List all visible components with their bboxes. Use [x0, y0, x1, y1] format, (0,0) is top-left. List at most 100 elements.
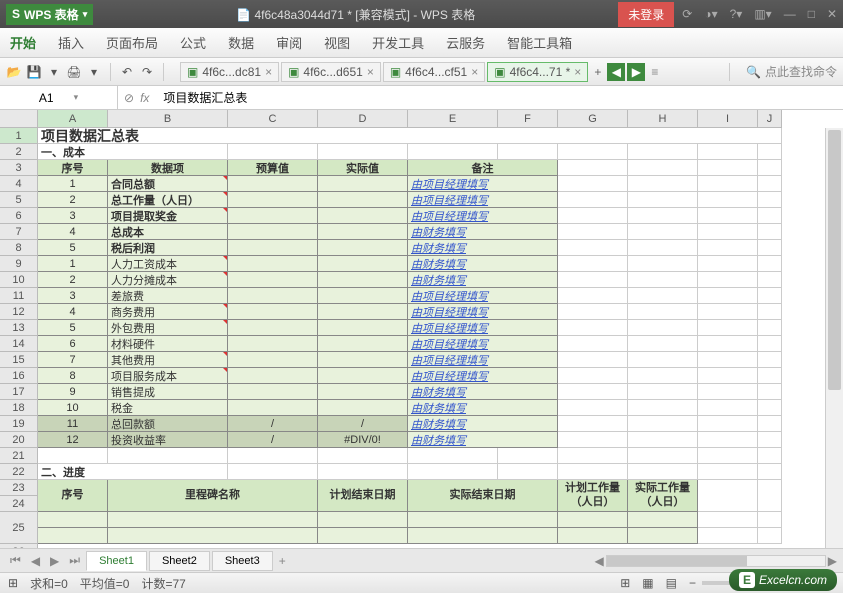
seq-0[interactable]: 1: [38, 176, 108, 192]
doc-tab-1[interactable]: ▣4f6c...d651×: [281, 62, 381, 82]
cell[interactable]: [558, 208, 628, 224]
cell[interactable]: [318, 448, 408, 464]
row-header-15[interactable]: 15: [0, 352, 38, 368]
cell[interactable]: [698, 480, 758, 512]
section-1[interactable]: 一、成本: [38, 144, 228, 160]
row-header-22[interactable]: 22: [0, 464, 38, 480]
cell[interactable]: [628, 320, 698, 336]
cell[interactable]: [318, 144, 408, 160]
note-5[interactable]: 由财务填写: [408, 256, 558, 272]
row-header-9[interactable]: 9: [0, 256, 38, 272]
cell[interactable]: [698, 160, 758, 176]
row-header-6[interactable]: 6: [0, 208, 38, 224]
cell[interactable]: [758, 448, 782, 464]
row-header-8[interactable]: 8: [0, 240, 38, 256]
cell[interactable]: [558, 240, 628, 256]
fx-cancel-icon[interactable]: ⊘: [124, 91, 134, 105]
seq-11[interactable]: 7: [38, 352, 108, 368]
tab-list-icon[interactable]: ≡: [647, 65, 662, 79]
cell[interactable]: [558, 448, 628, 464]
actual-10[interactable]: [318, 336, 408, 352]
cell[interactable]: [758, 288, 782, 304]
item-12[interactable]: 项目服务成本: [108, 368, 228, 384]
seq-14[interactable]: 10: [38, 400, 108, 416]
budget-5[interactable]: [228, 256, 318, 272]
note-13[interactable]: 由财务填写: [408, 384, 558, 400]
cell[interactable]: [758, 208, 782, 224]
menu-3[interactable]: 公式: [180, 33, 206, 52]
open-icon[interactable]: 📂: [6, 64, 22, 80]
actual-14[interactable]: [318, 400, 408, 416]
actual-13[interactable]: [318, 384, 408, 400]
close-icon[interactable]: ✕: [827, 7, 837, 21]
actual-5[interactable]: [318, 256, 408, 272]
actual-3[interactable]: [318, 224, 408, 240]
cell[interactable]: [318, 528, 408, 544]
hdr-actual[interactable]: 实际值: [318, 160, 408, 176]
actual-7[interactable]: [318, 288, 408, 304]
cell[interactable]: [628, 272, 698, 288]
zoom-out-icon[interactable]: −: [689, 576, 696, 590]
cell[interactable]: [498, 144, 558, 160]
seq-15[interactable]: 11: [38, 416, 108, 432]
cell[interactable]: [558, 192, 628, 208]
cell[interactable]: [758, 368, 782, 384]
cell[interactable]: [628, 336, 698, 352]
cell[interactable]: [628, 304, 698, 320]
menu-6[interactable]: 视图: [324, 33, 350, 52]
cell[interactable]: [698, 272, 758, 288]
seq-13[interactable]: 9: [38, 384, 108, 400]
budget-10[interactable]: [228, 336, 318, 352]
cell[interactable]: [698, 528, 758, 544]
login-button[interactable]: 未登录: [618, 2, 674, 27]
cell[interactable]: [758, 400, 782, 416]
menu-0[interactable]: 开始: [10, 33, 36, 52]
seq-9[interactable]: 5: [38, 320, 108, 336]
cell[interactable]: [758, 224, 782, 240]
col-header-I[interactable]: I: [698, 110, 758, 128]
menu-4[interactable]: 数据: [228, 33, 254, 52]
horizontal-scrollbar[interactable]: [606, 555, 826, 567]
cell[interactable]: [408, 464, 498, 480]
col-header-H[interactable]: H: [628, 110, 698, 128]
budget-3[interactable]: [228, 224, 318, 240]
budget-13[interactable]: [228, 384, 318, 400]
tab-close-icon[interactable]: ×: [471, 65, 478, 79]
seq-16[interactable]: 12: [38, 432, 108, 448]
seq-10[interactable]: 6: [38, 336, 108, 352]
doc-tab-0[interactable]: ▣4f6c...dc81×: [180, 62, 279, 82]
hdr2-ms[interactable]: 里程碑名称: [108, 480, 318, 512]
actual-9[interactable]: [318, 320, 408, 336]
note-1[interactable]: 由项目经理填写: [408, 192, 558, 208]
cell[interactable]: [698, 256, 758, 272]
note-14[interactable]: 由财务填写: [408, 400, 558, 416]
row-header-23[interactable]: 23: [0, 480, 38, 496]
hdr2-act-work[interactable]: 实际工作量（人日）: [628, 480, 698, 512]
cell[interactable]: [558, 336, 628, 352]
seq-7[interactable]: 3: [38, 288, 108, 304]
view-normal-icon[interactable]: ⊞: [620, 576, 630, 590]
budget-7[interactable]: [228, 288, 318, 304]
cell[interactable]: [558, 512, 628, 528]
item-3[interactable]: 总成本: [108, 224, 228, 240]
cell[interactable]: [758, 176, 782, 192]
budget-14[interactable]: [228, 400, 318, 416]
command-search[interactable]: 🔍 点此查找命令: [746, 63, 837, 80]
budget-2[interactable]: [228, 208, 318, 224]
col-header-C[interactable]: C: [228, 110, 318, 128]
cell[interactable]: [628, 416, 698, 432]
cell[interactable]: [558, 368, 628, 384]
seq-1[interactable]: 2: [38, 192, 108, 208]
view-page-icon[interactable]: ▦: [642, 576, 653, 590]
seq-5[interactable]: 1: [38, 256, 108, 272]
cell[interactable]: [38, 512, 108, 528]
cell[interactable]: [698, 432, 758, 448]
budget-8[interactable]: [228, 304, 318, 320]
cell[interactable]: [758, 144, 782, 160]
name-box[interactable]: A1▾: [0, 86, 118, 109]
note-0[interactable]: 由项目经理填写: [408, 176, 558, 192]
row-header-24[interactable]: 24: [0, 496, 38, 512]
cell[interactable]: [558, 304, 628, 320]
note-3[interactable]: 由财务填写: [408, 224, 558, 240]
cell[interactable]: [758, 416, 782, 432]
